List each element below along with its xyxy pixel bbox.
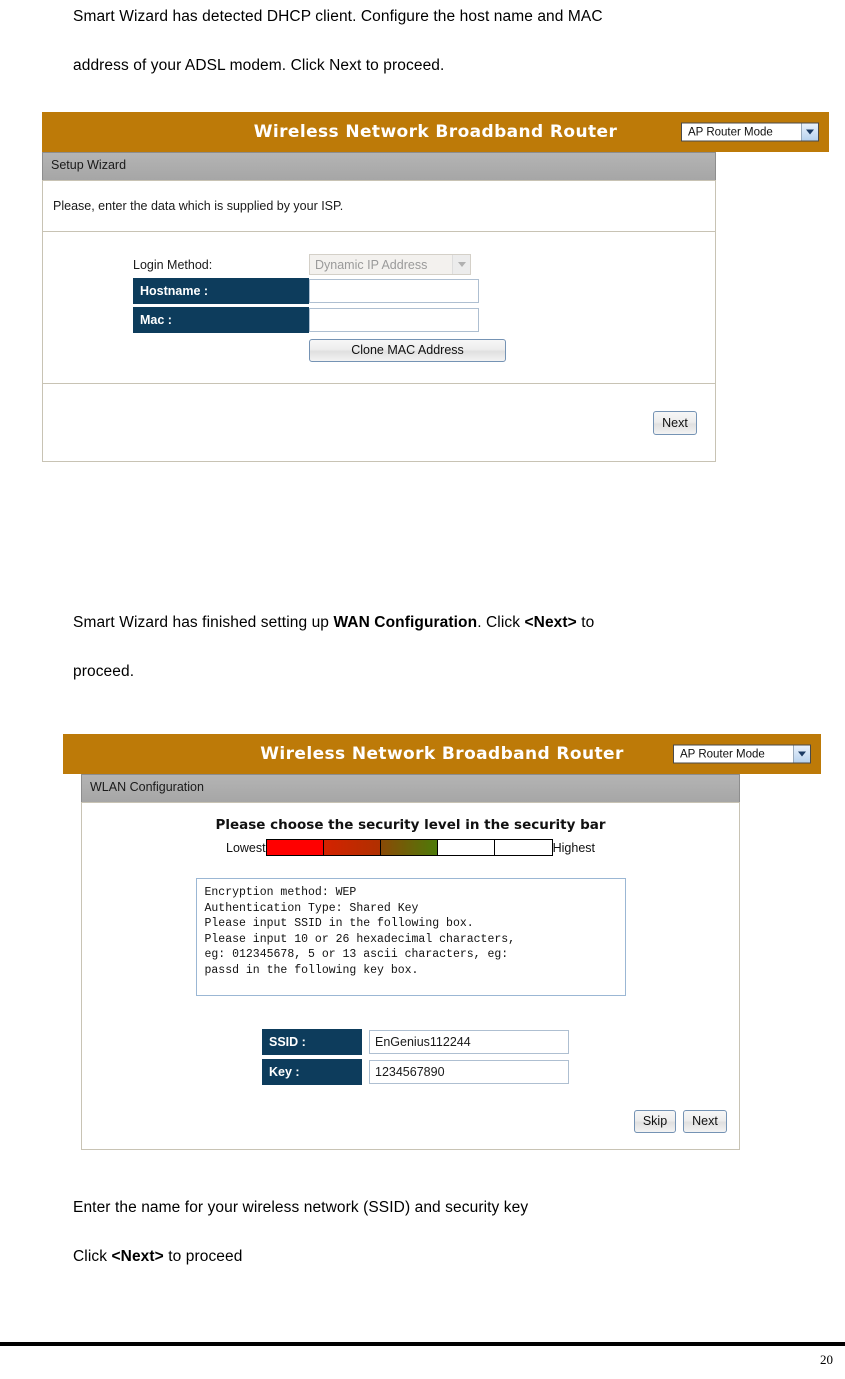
ssid-input[interactable]: EnGenius112244 [369,1030,569,1054]
security-segment-4[interactable] [437,840,495,855]
security-label-lowest: Lowest [226,840,266,855]
p2-text-bold-wan: WAN Configuration [333,614,478,631]
security-segment-3[interactable] [380,840,438,855]
p2-text-e: to [576,614,595,631]
p2-text-bold-next: <Next> [524,614,577,631]
chevron-down-icon[interactable] [801,123,818,141]
mac-input[interactable] [309,308,479,332]
intro-text: Please, enter the data which is supplied… [53,199,344,213]
login-method-value: Dynamic IP Address [315,257,428,272]
footer-divider [0,1342,845,1346]
paragraph-ssid-instructions: Enter the name for your wireless network… [73,1183,835,1281]
row-login-method: Login Method: Dynamic IP Address [43,254,715,275]
intro-box: Please, enter the data which is supplied… [42,180,716,232]
row-key: Key : 1234567890 [82,1059,739,1085]
hostname-label: Hostname : [133,278,309,304]
mode-select-value-2: AP Router Mode [680,748,765,760]
paragraph-wan-line1: Smart Wizard has finished setting up WAN… [73,598,835,647]
security-label-highest: Highest [552,840,595,855]
paragraph-dhcp-intro-line1: Smart Wizard has detected DHCP client. C… [73,8,603,25]
p3-text-c: to proceed [163,1248,243,1265]
p3-text-a: Click [73,1248,112,1265]
ssid-label: SSID : [262,1029,362,1055]
wlan-footer-buttons: Skip Next [82,1110,727,1133]
security-level-heading: Please choose the security level in the … [215,817,606,833]
wlan-content-box: Please choose the security level in the … [81,802,740,1150]
mac-label: Mac : [133,307,309,333]
section-title-setup-wizard: Setup Wizard [42,152,716,180]
next-button-2[interactable]: Next [683,1110,727,1133]
mode-select-dropdown[interactable]: AP Router Mode [681,122,819,142]
router-header-bar-2: Wireless Network Broadband Router AP Rou… [63,734,821,774]
router-header-bar: Wireless Network Broadband Router AP Rou… [42,112,829,152]
row-mac: Mac : [43,307,715,333]
chevron-down-icon[interactable] [793,745,810,763]
login-method-label: Login Method: [133,257,213,272]
row-clone-mac: Clone MAC Address [43,339,715,362]
mode-select-dropdown-2[interactable]: AP Router Mode [673,744,811,764]
security-level-bar[interactable] [265,839,553,856]
router-title: Wireless Network Broadband Router [253,122,618,142]
security-bar-row: Lowest Highest [82,839,739,856]
security-segment-2[interactable] [323,840,381,855]
wlan-form-area: SSID : EnGenius112244 Key : 1234567890 [82,1029,739,1085]
security-segment-5[interactable] [494,840,552,855]
form-box: Login Method: Dynamic IP Address Hostnam… [42,232,716,384]
wlan-body: WLAN Configuration Please choose the sec… [81,774,740,1150]
paragraph-wan-configuration: Smart Wizard has finished setting up WAN… [73,598,835,696]
clone-mac-address-button[interactable]: Clone MAC Address [309,339,506,362]
paragraph-ssid-line1: Enter the name for your wireless network… [73,1199,529,1216]
page-number: 20 [820,1352,833,1367]
wlan-configuration-screenshot: Wireless Network Broadband Router AP Rou… [63,734,821,1150]
setup-wizard-body: Setup Wizard Please, enter the data whic… [42,152,716,462]
encryption-info-box: Encryption method: WEP Authentication Ty… [195,878,626,996]
skip-button[interactable]: Skip [634,1110,676,1133]
paragraph-dhcp-intro-line2: address of your ADSL modem. Click Next t… [73,57,445,74]
p2-text-a: Smart Wizard has finished setting up [73,614,334,631]
next-button[interactable]: Next [653,411,697,435]
key-label: Key : [262,1059,362,1085]
paragraph-ssid-line2: Click <Next> to proceed [73,1232,835,1281]
login-method-select[interactable]: Dynamic IP Address [309,254,471,275]
p3-text-bold-next: <Next> [111,1248,164,1265]
paragraph-wan-line2: proceed. [73,663,135,680]
paragraph-dhcp-intro: Smart Wizard has detected DHCP client. C… [73,0,835,90]
row-hostname: Hostname : [43,278,715,304]
section-title-wlan-configuration: WLAN Configuration [81,774,740,802]
chevron-down-icon [452,255,470,274]
hostname-input[interactable] [309,279,479,303]
setup-wizard-screenshot: Wireless Network Broadband Router AP Rou… [42,112,829,462]
router-title-2: Wireless Network Broadband Router [260,744,624,764]
security-segment-1[interactable] [266,840,324,855]
key-input[interactable]: 1234567890 [369,1060,569,1084]
wizard-footer-box: Next [42,384,716,462]
p2-text-c: . Click [477,614,525,631]
row-ssid: SSID : EnGenius112244 [82,1029,739,1055]
mode-select-value: AP Router Mode [688,126,773,138]
